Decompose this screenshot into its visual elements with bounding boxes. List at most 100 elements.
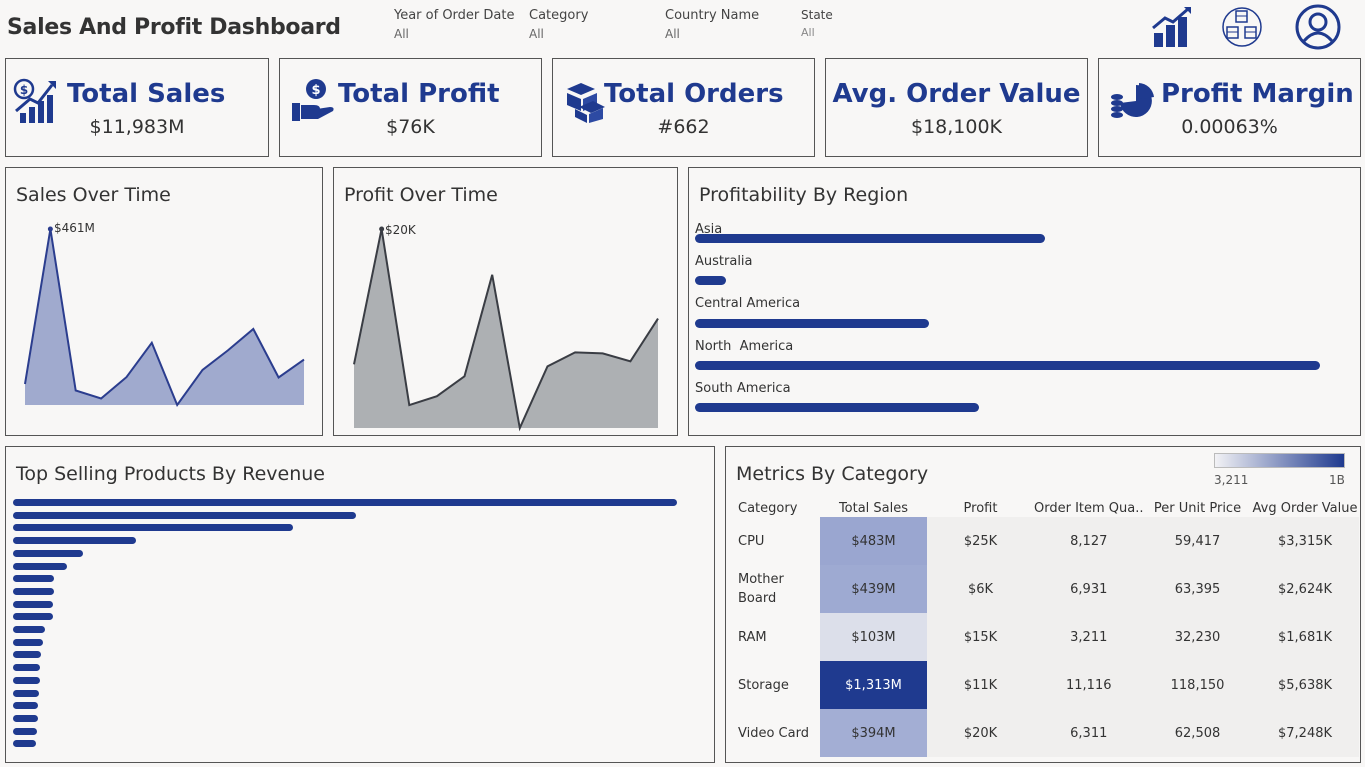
- col-header[interactable]: Total Sales: [820, 499, 927, 517]
- bar-chart-icon[interactable]: [1148, 3, 1196, 51]
- user-icon[interactable]: [1294, 3, 1342, 51]
- cell-profit: $25K: [927, 517, 1034, 565]
- table-row[interactable]: Mother Board $439M $6K 6,931 63,395 $2,624K: [733, 565, 1359, 613]
- col-header[interactable]: Avg Order Value: [1252, 499, 1359, 517]
- cell-unit-price: 62,508: [1143, 709, 1252, 757]
- filter-country-value[interactable]: All: [665, 27, 759, 41]
- product-bar[interactable]: [13, 702, 39, 710]
- boxes-network-icon[interactable]: [1218, 3, 1266, 51]
- filter-state[interactable]: State All: [801, 8, 833, 39]
- table-header: Category Total Sales Profit Order Item Q…: [733, 499, 1359, 517]
- product-bar[interactable]: [13, 689, 39, 697]
- filter-state-value[interactable]: All: [801, 26, 833, 39]
- cell-avg-order: $1,681K: [1251, 613, 1359, 661]
- metrics-panel: Metrics By Category 3,211 1B Category To…: [725, 446, 1361, 763]
- cell-category: Mother Board: [738, 572, 784, 606]
- profit-area: [354, 229, 658, 428]
- kpi-total-sales: $ Total Sales $11,983M: [5, 58, 269, 157]
- product-bar[interactable]: [13, 549, 83, 557]
- col-header[interactable]: Category: [733, 499, 820, 517]
- product-bar[interactable]: [13, 499, 677, 506]
- cell-total-sales: $1,313M: [820, 661, 927, 709]
- product-bar[interactable]: [13, 676, 40, 684]
- product-bar[interactable]: [13, 638, 43, 646]
- filter-year[interactable]: Year of Order Date All: [394, 8, 514, 41]
- cell-qty: 8,127: [1034, 517, 1144, 565]
- col-header[interactable]: Order Item Qua..: [1034, 499, 1144, 517]
- filter-country[interactable]: Country Name All: [665, 8, 759, 41]
- kpi-avg-order-value: Avg. Order Value $18,100K: [825, 58, 1088, 157]
- product-bar[interactable]: [13, 511, 356, 519]
- product-bar[interactable]: [13, 651, 41, 659]
- product-bar[interactable]: [13, 537, 136, 545]
- cell-total-sales: $439M: [820, 565, 927, 613]
- table-row[interactable]: Storage $1,313M $11K 11,116 118,150 $5,638K: [733, 661, 1359, 709]
- region-bar-central-america[interactable]: [695, 319, 930, 328]
- profit-point[interactable]: [379, 226, 385, 232]
- region-label-australia: Australia: [695, 254, 753, 269]
- cell-avg-order: $5,638K: [1251, 661, 1359, 709]
- product-bar[interactable]: [13, 600, 53, 608]
- cell-category: Storage: [738, 677, 789, 693]
- filter-category[interactable]: Category All: [529, 8, 588, 41]
- cell-qty: 6,311: [1034, 709, 1144, 757]
- metrics-table: Category Total Sales Profit Order Item Q…: [733, 499, 1359, 757]
- sales-area-chart[interactable]: [6, 168, 322, 435]
- kpi-value: #662: [657, 116, 710, 138]
- filter-country-label: Country Name: [665, 8, 760, 23]
- filter-year-label: Year of Order Date: [394, 8, 515, 23]
- cell-avg-order: $3,315K: [1251, 517, 1359, 565]
- sales-area: [25, 229, 304, 405]
- col-header[interactable]: Profit: [927, 499, 1034, 517]
- sales-over-time-panel: Sales Over Time $461M: [5, 167, 323, 436]
- product-bar[interactable]: [13, 714, 38, 722]
- product-bar[interactable]: [13, 587, 55, 595]
- panel-title: Profitability By Region: [699, 184, 909, 206]
- sales-point[interactable]: [47, 226, 53, 232]
- table-row[interactable]: Video Card $394M $20K 6,311 62,508 $7,248K: [733, 709, 1359, 757]
- product-bar[interactable]: [13, 613, 53, 621]
- profit-over-time-panel: Profit Over Time $20K: [333, 167, 678, 436]
- top-products-bar-chart: [6, 447, 714, 762]
- kpi-title: Total Orders: [604, 79, 784, 109]
- cell-profit: $6K: [927, 565, 1034, 613]
- legend-min: 3,211: [1214, 473, 1249, 487]
- cell-avg-order: $2,624K: [1251, 565, 1359, 613]
- region-label-central-america: Central America: [695, 296, 801, 311]
- product-bar[interactable]: [13, 626, 45, 633]
- region-label-south-america: South America: [695, 381, 791, 396]
- color-legend: [1214, 453, 1345, 468]
- col-header[interactable]: Per Unit Price: [1144, 499, 1252, 517]
- product-bar[interactable]: [13, 727, 37, 735]
- sales-peak-label: $461M: [54, 221, 95, 235]
- filter-category-label: Category: [529, 8, 589, 23]
- product-bar[interactable]: [13, 664, 41, 672]
- profit-area-chart[interactable]: [334, 168, 677, 435]
- region-bar-south-america[interactable]: [695, 403, 980, 412]
- kpi-value: $76K: [386, 116, 435, 138]
- product-bar[interactable]: [13, 575, 55, 583]
- cell-profit: $20K: [927, 709, 1034, 757]
- cell-profit: $15K: [927, 613, 1034, 661]
- cell-qty: 6,931: [1034, 565, 1144, 613]
- kpi-total-orders: Total Orders #662: [552, 58, 815, 157]
- svg-text:$: $: [311, 83, 320, 98]
- region-bar-asia[interactable]: [695, 234, 1045, 243]
- kpi-value: 0.00063%: [1181, 116, 1278, 138]
- table-row[interactable]: CPU $483M $25K 8,127 59,417 $3,315K: [733, 517, 1359, 565]
- cell-unit-price: 63,395: [1143, 565, 1252, 613]
- filter-year-value[interactable]: All: [394, 27, 514, 41]
- filter-category-value[interactable]: All: [529, 27, 588, 41]
- dashboard-title: Sales And Profit Dashboard: [7, 15, 341, 40]
- region-bar-australia[interactable]: [695, 276, 727, 285]
- product-bar[interactable]: [13, 524, 293, 532]
- cell-total-sales: $103M: [820, 613, 927, 661]
- table-row[interactable]: RAM $103M $15K 3,211 32,230 $1,681K: [733, 613, 1359, 661]
- kpi-title: Profit Margin: [1161, 79, 1354, 109]
- region-bar-north-america[interactable]: [695, 361, 1320, 370]
- product-bar[interactable]: [13, 562, 67, 570]
- kpi-total-profit: $ Total Profit $76K: [279, 58, 542, 157]
- product-bar[interactable]: [13, 740, 36, 748]
- kpi-title: Total Sales: [67, 79, 226, 109]
- cell-qty: 3,211: [1034, 613, 1144, 661]
